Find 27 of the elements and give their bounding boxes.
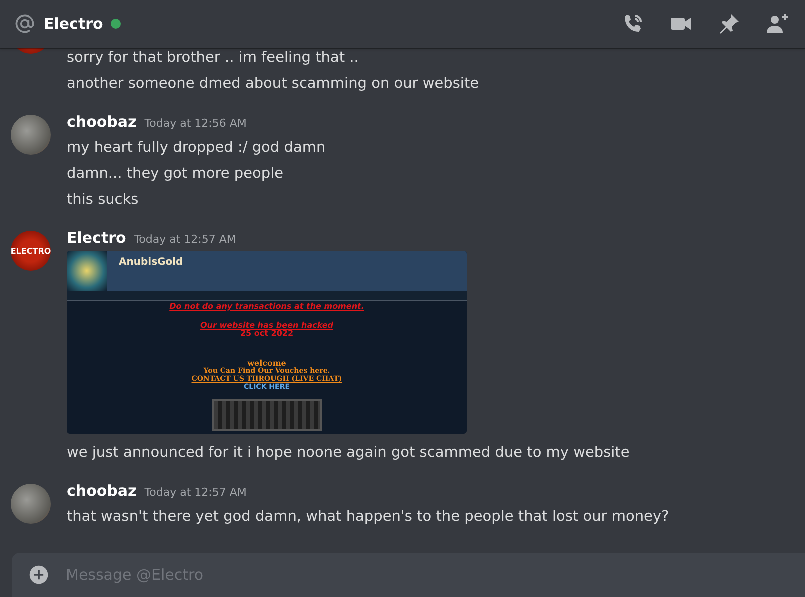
date-text: 25 oct 2022 [240,330,294,338]
at-sign-icon [14,13,36,35]
add-friend-icon[interactable] [765,12,789,36]
photo-placeholder [67,251,107,291]
add-icon[interactable] [28,564,50,586]
message-text: we just announced for it i hope noone again got scammed due to my website [67,444,630,463]
welcome-text: welcome [248,359,286,367]
message-text: sorry for that brother .. im feeling that .. [67,49,360,68]
timestamp: Today at 12:56 AM [144,117,247,130]
message-text: my heart fully dropped :/ god damn [67,139,326,158]
author-name[interactable]: Electro [67,229,126,247]
avatar[interactable]: ELECTRO [11,231,51,271]
message-text: this sucks [67,191,140,210]
timestamp: Today at 12:57 AM [134,233,236,246]
author-name[interactable]: choobaz [67,113,137,131]
message-text: damn... they got more people [67,165,285,184]
channel-title: Electro [44,15,104,33]
alert-text: Our website has been hacked [200,322,334,330]
site-logo-text: AnubisGold [119,257,184,268]
timestamp: Today at 12:57 AM [144,486,247,499]
message-text: that wasn't there yet god damn, what happen's to the people that lost our money? [67,508,670,527]
avatar-logo-text: ELECTRO [10,246,52,256]
alert-text: Do not do any transactions at the moment. [170,303,364,311]
avatar[interactable] [11,115,51,155]
message-text: another someone dmed about scamming on our website [67,75,480,94]
author-name[interactable]: choobaz [67,482,137,500]
avatar[interactable] [11,484,51,524]
